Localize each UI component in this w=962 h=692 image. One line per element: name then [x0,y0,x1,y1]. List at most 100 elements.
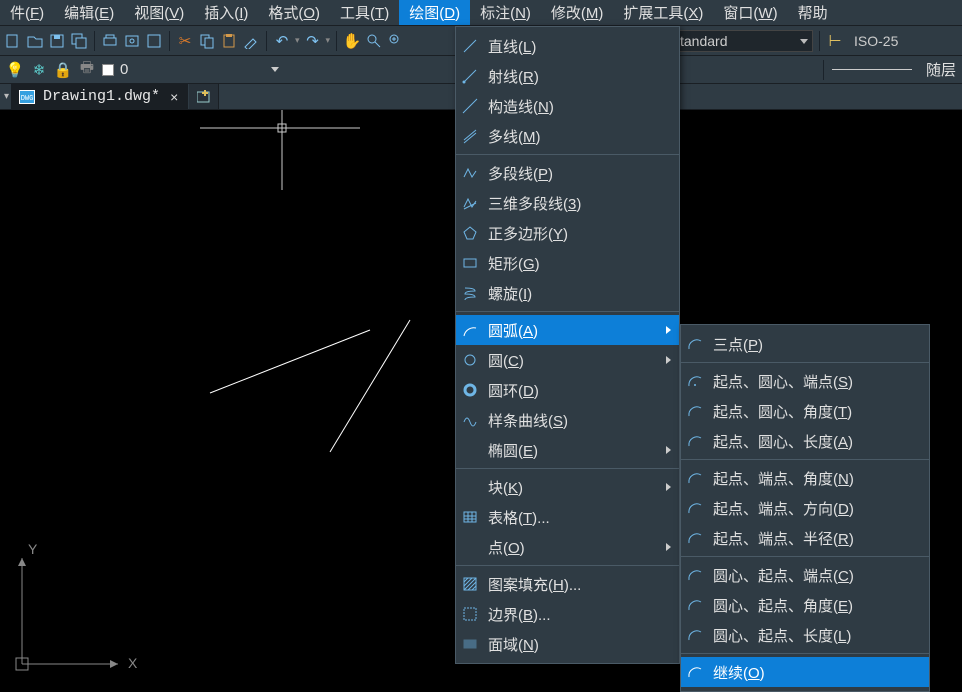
pline3d-icon [460,193,480,213]
menu-separator [456,468,679,469]
redo-icon[interactable]: ↷ [304,32,322,50]
menu-view[interactable]: 视图(V) [124,0,194,25]
menu-arc[interactable]: 圆弧(A) [456,315,679,345]
ucs-y-label: Y [28,541,38,557]
menu-tools[interactable]: 工具(T) [330,0,399,25]
arc-center-start-length[interactable]: 圆心、起点、长度(L) [681,620,929,650]
menu-pline3d[interactable]: 三维多段线(3) [456,188,679,218]
arc-csa-icon [685,595,705,615]
arc-start-end-angle[interactable]: 起点、端点、角度(N) [681,463,929,493]
ucs-icon: X Y [8,538,138,678]
arc-center-start-end[interactable]: 圆心、起点、端点(C) [681,560,929,590]
submenu-arrow [666,326,671,334]
pan-icon[interactable]: ✋ [343,32,361,50]
menu-table[interactable]: 表格(T)... [456,502,679,532]
layer-dropdown[interactable] [271,67,279,72]
arc-continue[interactable]: 继续(O) [681,657,929,687]
arc-start-center-end[interactable]: 起点、圆心、端点(S) [681,366,929,396]
spline-icon [460,410,480,430]
arc-submenu: 三点(P) 起点、圆心、端点(S) 起点、圆心、角度(T) 起点、圆心、长度(A… [680,324,930,692]
menu-edit[interactable]: 编辑(E) [54,0,124,25]
submenu-arrow [666,543,671,551]
menu-modify[interactable]: 修改(M) [541,0,614,25]
preview-icon[interactable] [123,32,141,50]
saveas-icon[interactable] [70,32,88,50]
menu-express[interactable]: 扩展工具(X) [613,0,713,25]
menu-draw[interactable]: 绘图(D) [399,0,470,25]
menu-point[interactable]: 点(O) [456,532,679,562]
menu-dimension[interactable]: 标注(N) [470,0,541,25]
dimstyle-icon[interactable]: ⊢ [826,32,844,50]
menu-ellipse[interactable]: 椭圆(E) [456,435,679,465]
save-icon[interactable] [48,32,66,50]
menu-mline[interactable]: 多线(M) [456,121,679,151]
arc-start-end-radius[interactable]: 起点、端点、半径(R) [681,523,929,553]
menu-pline[interactable]: 多段线(P) [456,158,679,188]
menu-circle[interactable]: 圆(C) [456,345,679,375]
menu-window[interactable]: 窗口(W) [713,0,787,25]
zoomwin-icon[interactable] [387,32,405,50]
menu-line[interactable]: 直线(L) [456,31,679,61]
print-icon[interactable] [101,32,119,50]
open-icon[interactable] [26,32,44,50]
menu-polygon[interactable]: 正多边形(Y) [456,218,679,248]
menu-region[interactable]: 面域(N) [456,629,679,659]
tab-prev[interactable]: ▾ [4,91,9,102]
menu-boundary[interactable]: 边界(B)... [456,599,679,629]
menubar: 件(F) 编辑(E) 视图(V) 插入(I) 格式(O) 工具(T) 绘图(D)… [0,0,962,26]
textstyle-value: tandard [680,33,727,49]
arc-scl-icon [685,431,705,451]
paste-icon[interactable] [220,32,238,50]
sun-icon[interactable]: ❄ [30,61,48,79]
arc-sed-icon [685,498,705,518]
publish-icon[interactable] [145,32,163,50]
lock-icon[interactable]: 🔒 [54,61,72,79]
menu-ray[interactable]: 射线(R) [456,61,679,91]
arc-3points[interactable]: 三点(P) [681,329,929,359]
tab-close[interactable]: × [168,89,180,105]
circle-icon [460,350,480,370]
plot-icon[interactable]: 🖶 [78,61,96,79]
undo-icon[interactable]: ↶ [273,32,291,50]
new-tab-button[interactable] [189,84,219,109]
separator [94,31,95,51]
menu-separator [456,311,679,312]
menu-block[interactable]: 块(K) [456,472,679,502]
arc-sca-icon [685,401,705,421]
menu-separator [456,154,679,155]
arc-start-center-length[interactable]: 起点、圆心、长度(A) [681,426,929,456]
menu-hatch[interactable]: 图案填充(H)... [456,569,679,599]
matchprop-icon[interactable] [242,32,260,50]
ray-icon [460,66,480,86]
cut-icon[interactable]: ✂ [176,32,194,50]
separator [823,60,824,80]
copy-icon[interactable] [198,32,216,50]
undo-dropdown[interactable]: ▾ [295,35,300,46]
textstyle-combo[interactable]: tandard [673,30,813,52]
document-tab[interactable]: DWG Drawing1.dwg* × [11,84,189,109]
menu-rect[interactable]: 矩形(G) [456,248,679,278]
arc-csl-icon [685,625,705,645]
menu-helix[interactable]: 螺旋(I) [456,278,679,308]
menu-format[interactable]: 格式(O) [258,0,330,25]
menu-help[interactable]: 帮助 [788,0,838,25]
arc-cont-icon [685,662,705,682]
arc-start-end-dir[interactable]: 起点、端点、方向(D) [681,493,929,523]
dimstyle-combo[interactable]: ISO-25 [848,30,958,52]
menu-xline[interactable]: 构造线(N) [456,91,679,121]
menu-donut[interactable]: 圆环(D) [456,375,679,405]
menu-spline[interactable]: 样条曲线(S) [456,405,679,435]
bulb-icon[interactable]: 💡 [6,61,24,79]
new-icon[interactable] [4,32,22,50]
zoom-icon[interactable] [365,32,383,50]
arc-start-center-angle[interactable]: 起点、圆心、角度(T) [681,396,929,426]
arc-center-start-angle[interactable]: 圆心、起点、角度(E) [681,590,929,620]
layer-color-swatch[interactable] [102,64,114,76]
menu-file[interactable]: 件(F) [0,0,54,25]
donut-icon [460,380,480,400]
menu-insert[interactable]: 插入(I) [194,0,258,25]
ucs-x-label: X [128,655,138,671]
arc-icon [460,320,480,340]
redo-dropdown[interactable]: ▾ [326,35,331,46]
draw-menu: 直线(L) 射线(R) 构造线(N) 多线(M) 多段线(P) 三维多段线(3)… [455,26,680,664]
